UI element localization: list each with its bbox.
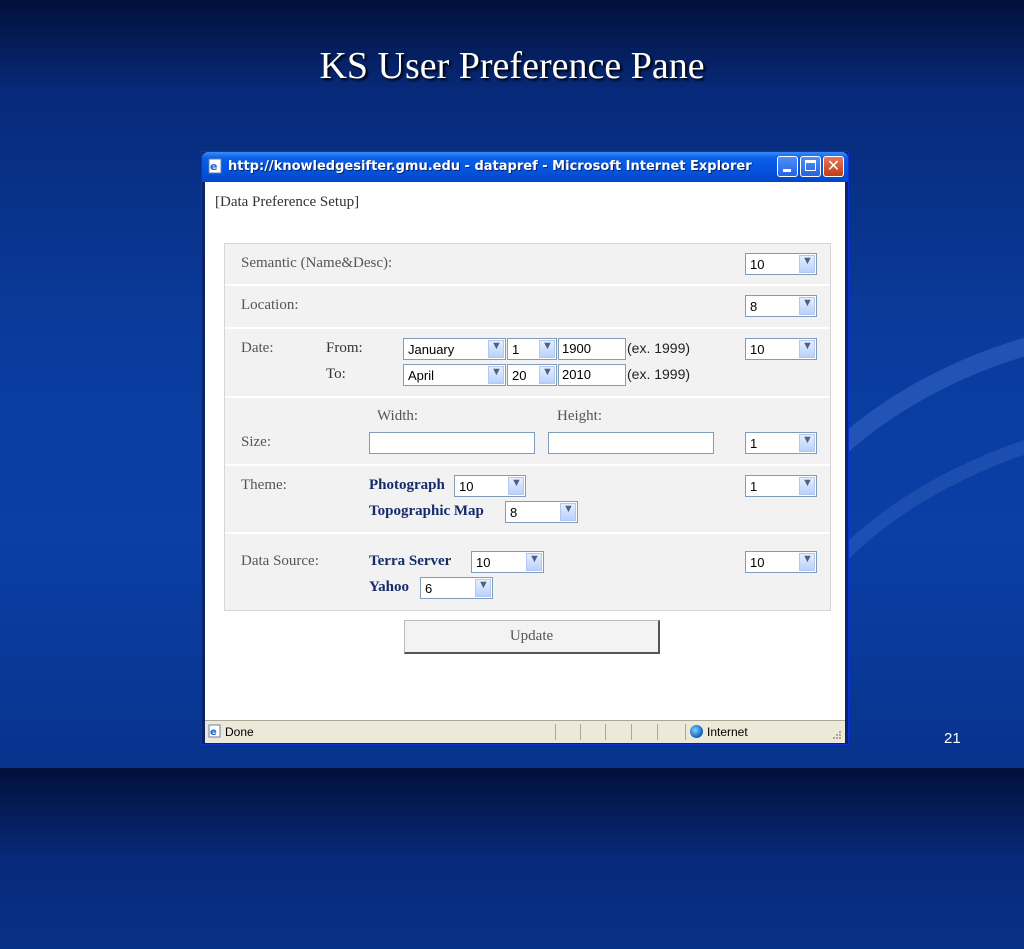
ie-page-icon: e	[208, 158, 222, 174]
semantic-label: Semantic (Name&Desc):	[241, 255, 393, 271]
page-number: 21	[944, 730, 961, 747]
status-divider	[605, 724, 606, 740]
terra-server-label: Terra Server	[369, 553, 452, 569]
chevron-down-icon: ▼	[560, 503, 576, 521]
from-day-select[interactable]: 1 ▼	[507, 338, 557, 360]
status-divider	[657, 724, 658, 740]
data-source-weight-select[interactable]: 10 ▼	[745, 551, 817, 573]
date-row: Date: From: January ▼ 1 ▼ 1900 (ex. 1999…	[225, 329, 830, 398]
status-bar: e Done Internet	[205, 720, 845, 743]
preference-panel: Semantic (Name&Desc): 10 ▼ Location: 8 ▼…	[224, 243, 831, 611]
chevron-down-icon: ▼	[488, 340, 504, 358]
status-divider	[580, 724, 581, 740]
chevron-down-icon: ▼	[799, 477, 815, 495]
photograph-label: Photograph	[369, 477, 445, 493]
date-weight-select[interactable]: 10 ▼	[745, 338, 817, 360]
close-icon: ✕	[826, 156, 841, 175]
size-label: Size:	[241, 434, 271, 450]
to-day-select[interactable]: 20 ▼	[507, 364, 557, 386]
date-from-label: From:	[326, 340, 363, 356]
browser-window: e http://knowledgesifter.gmu.edu - datap…	[201, 151, 849, 745]
yahoo-label: Yahoo	[369, 579, 410, 595]
status-divider	[555, 724, 556, 740]
yahoo-weight-select[interactable]: 6 ▼	[420, 577, 493, 599]
page-done-icon: e	[208, 724, 221, 738]
status-divider	[685, 724, 686, 740]
zone-text: Internet	[707, 725, 748, 739]
page-content: [Data Preference Setup] Semantic (Name&D…	[205, 182, 845, 720]
window-titlebar[interactable]: e http://knowledgesifter.gmu.edu - datap…	[202, 152, 848, 182]
status-divider	[631, 724, 632, 740]
minimize-icon	[783, 169, 791, 172]
to-month-select[interactable]: April ▼	[403, 364, 506, 386]
theme-row: Theme: Photograph 10 ▼ Topographic Map 8…	[225, 466, 830, 534]
width-label: Width:	[377, 408, 419, 424]
svg-text:e: e	[210, 160, 217, 173]
chevron-down-icon: ▼	[488, 366, 504, 384]
photograph-weight-select[interactable]: 10 ▼	[454, 475, 526, 497]
from-month-select[interactable]: January ▼	[403, 338, 506, 360]
to-year-input[interactable]: 2010	[558, 364, 626, 386]
size-row: Width: Height: Size: 1 ▼	[225, 398, 830, 466]
window-title: http://knowledgesifter.gmu.edu - datapre…	[228, 159, 752, 174]
semantic-weight-select[interactable]: 10 ▼	[745, 253, 817, 275]
maximize-icon	[805, 160, 816, 171]
theme-weight-select[interactable]: 1 ▼	[745, 475, 817, 497]
chevron-down-icon: ▼	[799, 340, 815, 358]
globe-icon	[690, 725, 703, 738]
from-year-input[interactable]: 1900	[558, 338, 626, 360]
update-button[interactable]: Update	[404, 620, 660, 654]
from-year-hint: (ex. 1999)	[627, 340, 691, 356]
date-to-label: To:	[326, 366, 346, 382]
data-source-label: Data Source:	[241, 553, 319, 569]
height-label: Height:	[557, 408, 602, 424]
chevron-down-icon: ▼	[799, 255, 815, 273]
theme-label: Theme:	[241, 477, 287, 493]
topographic-map-weight-select[interactable]: 8 ▼	[505, 501, 578, 523]
chevron-down-icon: ▼	[539, 366, 555, 384]
chevron-down-icon: ▼	[539, 340, 555, 358]
height-input[interactable]	[548, 432, 714, 454]
close-button[interactable]: ✕	[823, 156, 844, 177]
slide-title: KS User Preference Pane	[319, 45, 705, 87]
location-weight-select[interactable]: 8 ▼	[745, 295, 817, 317]
chevron-down-icon: ▼	[475, 579, 491, 597]
location-label: Location:	[241, 297, 299, 313]
topographic-map-label: Topographic Map	[369, 503, 484, 519]
semantic-row: Semantic (Name&Desc): 10 ▼	[225, 244, 830, 286]
date-label: Date:	[241, 340, 274, 356]
status-text: Done	[225, 725, 254, 739]
maximize-button[interactable]	[800, 156, 821, 177]
location-row: Location: 8 ▼	[225, 286, 830, 329]
form-heading: [Data Preference Setup]	[215, 194, 360, 210]
to-year-hint: (ex. 1999)	[627, 366, 691, 382]
terra-server-weight-select[interactable]: 10 ▼	[471, 551, 544, 573]
resize-grip-icon[interactable]	[831, 729, 842, 740]
chevron-down-icon: ▼	[799, 553, 815, 571]
chevron-down-icon: ▼	[526, 553, 542, 571]
chevron-down-icon: ▼	[508, 477, 524, 495]
data-source-row: Data Source: Terra Server 10 ▼ Yahoo 6 ▼…	[225, 534, 830, 610]
svg-text:e: e	[210, 727, 217, 738]
chevron-down-icon: ▼	[799, 297, 815, 315]
chevron-down-icon: ▼	[799, 434, 815, 452]
size-weight-select[interactable]: 1 ▼	[745, 432, 817, 454]
width-input[interactable]	[369, 432, 535, 454]
minimize-button[interactable]	[777, 156, 798, 177]
